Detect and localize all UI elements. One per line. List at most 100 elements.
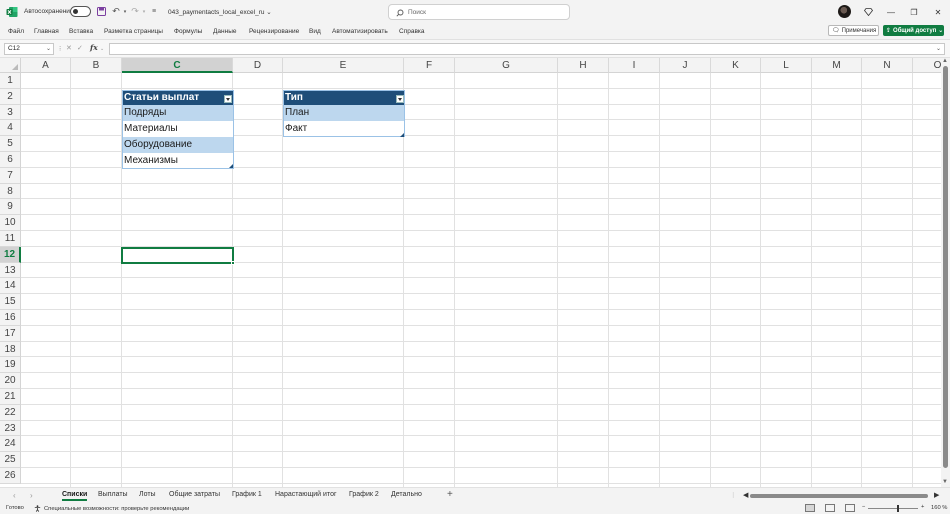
zoom-slider[interactable] [868, 508, 918, 509]
row-header-21[interactable]: 21 [0, 389, 21, 405]
tab-file[interactable]: Файл [8, 28, 24, 35]
sheet-tab-total-costs[interactable]: Общие затраты [169, 491, 220, 498]
name-box-dropdown-icon[interactable]: ⌄ [46, 44, 51, 54]
sheet-tab-chart-2[interactable]: График 2 [349, 491, 379, 498]
user-avatar[interactable] [838, 5, 851, 18]
vertical-scrollbar[interactable]: ▲ ▼ [941, 58, 950, 487]
name-box[interactable]: C12 ⌄ [4, 43, 54, 55]
tab-insert[interactable]: Вставка [69, 28, 93, 35]
minimize-button[interactable]: — [884, 5, 898, 19]
tab-page-layout[interactable]: Разметка страницы [104, 28, 163, 35]
column-header-K[interactable]: K [711, 58, 761, 73]
restore-button[interactable]: ❐ [907, 5, 921, 19]
row-header-8[interactable]: 8 [0, 183, 21, 200]
column-header-C[interactable]: C [122, 58, 233, 73]
column-header-L[interactable]: L [761, 58, 812, 73]
row-header-25[interactable]: 25 [0, 452, 21, 468]
add-sheet-button[interactable]: + [447, 489, 453, 500]
tab-view[interactable]: Вид [309, 28, 321, 35]
vertical-scroll-thumb[interactable] [943, 66, 948, 468]
fx-dropdown-icon[interactable]: ⌄ [100, 46, 104, 52]
row-header-12[interactable]: 12 [0, 246, 21, 263]
next-sheet-icon[interactable]: › [30, 491, 33, 500]
sheet-tab-lots[interactable]: Лоты [139, 491, 156, 498]
scroll-down-icon[interactable]: ▼ [942, 479, 948, 485]
column-header-A[interactable]: A [21, 58, 71, 73]
close-button[interactable]: ✕ [931, 5, 945, 19]
payments-table-header[interactable]: Статьи выплат [122, 89, 233, 106]
column-header-O[interactable]: O [913, 58, 941, 73]
row-header-9[interactable]: 9 [0, 199, 21, 216]
spreadsheet-grid[interactable]: ABCDEFGHIJKLMNO 1 2 3 4 5 6 7 8 9 10 11 12 13 14 15 16 1… [0, 58, 941, 487]
row-header-26[interactable]: 26 [0, 468, 21, 484]
row-header-3[interactable]: 3 [0, 104, 21, 121]
table-cell[interactable]: Оборудование [122, 137, 233, 153]
payments-table-resize-handle[interactable] [229, 164, 233, 168]
row-header-24[interactable]: 24 [0, 436, 21, 453]
column-header-F[interactable]: F [404, 58, 455, 73]
row-header-6[interactable]: 6 [0, 152, 21, 168]
save-icon[interactable] [95, 5, 107, 18]
file-name[interactable]: 043_paymentacts_local_excel_ru ⌄ [168, 8, 272, 16]
active-cell[interactable] [121, 246, 234, 264]
horizontal-scroll-thumb[interactable] [750, 494, 928, 498]
types-filter-button[interactable] [396, 95, 404, 103]
row-header-13[interactable]: 13 [0, 262, 21, 279]
types-table-header[interactable]: Тип [283, 89, 404, 106]
column-header-I[interactable]: I [609, 58, 660, 73]
fill-handle[interactable] [231, 261, 235, 265]
sheet-tab-detailed[interactable]: Детально [391, 491, 422, 498]
zoom-in-button[interactable]: + [921, 504, 924, 510]
normal-view-icon[interactable] [805, 504, 815, 512]
column-header-G[interactable]: G [455, 58, 558, 73]
row-header-17[interactable]: 17 [0, 325, 21, 342]
insert-function-button[interactable]: fx [90, 43, 98, 52]
confirm-entry-icon[interactable]: ✓ [77, 44, 83, 52]
types-table-resize-handle[interactable] [400, 132, 404, 137]
tab-review[interactable]: Рецензирование [249, 28, 299, 35]
cancel-entry-icon[interactable]: ✕ [66, 44, 72, 52]
row-header-10[interactable]: 10 [0, 215, 21, 231]
formula-bar-grip-icon[interactable]: ⁝ [59, 45, 61, 53]
column-header-D[interactable]: D [233, 58, 283, 73]
tab-data[interactable]: Данные [213, 28, 236, 35]
zoom-out-button[interactable]: − [862, 504, 865, 510]
zoom-slider-knob[interactable] [897, 505, 899, 512]
payments-filter-button[interactable] [224, 95, 232, 103]
column-header-H[interactable]: H [558, 58, 609, 73]
tab-automate[interactable]: Автоматизировать [332, 28, 388, 35]
row-header-4[interactable]: 4 [0, 120, 21, 137]
page-layout-view-icon[interactable] [825, 504, 835, 512]
row-header-5[interactable]: 5 [0, 136, 21, 152]
select-all-button[interactable] [0, 58, 21, 73]
sheet-tab-lists[interactable]: Списки [62, 491, 88, 501]
zoom-level[interactable]: 160 % [931, 505, 947, 511]
autosave-toggle[interactable] [70, 6, 91, 17]
expand-formula-bar-icon[interactable]: ⌄ [936, 45, 941, 52]
horizontal-scrollbar[interactable]: ◀ ▶ [740, 492, 940, 499]
column-header-J[interactable]: J [660, 58, 711, 73]
row-header-18[interactable]: 18 [0, 341, 21, 358]
row-header-20[interactable]: 20 [0, 373, 21, 389]
customize-toolbar-icon[interactable]: ≡ [148, 5, 160, 18]
row-header-1[interactable]: 1 [0, 73, 21, 89]
row-header-16[interactable]: 16 [0, 310, 21, 326]
table-cell[interactable]: Материалы [122, 121, 233, 137]
column-header-N[interactable]: N [862, 58, 913, 73]
accessibility-status[interactable]: Специальные возможности: проверьте реком… [34, 505, 189, 512]
row-header-2[interactable]: 2 [0, 88, 21, 105]
table-cell[interactable]: Подряды [122, 105, 233, 122]
tabs-splitter[interactable]: ⁝ [732, 491, 735, 500]
row-header-15[interactable]: 15 [0, 294, 21, 310]
prev-sheet-icon[interactable]: ‹ [13, 491, 16, 500]
scroll-right-icon[interactable]: ▶ [934, 491, 939, 499]
tab-home[interactable]: Главная [34, 28, 59, 35]
table-cell[interactable]: Механизмы [122, 152, 233, 169]
scroll-left-icon[interactable]: ◀ [743, 491, 748, 499]
row-header-7[interactable]: 7 [0, 167, 21, 184]
share-button[interactable]: ⇪ Общий доступ ⌄ [883, 25, 944, 36]
tab-formulas[interactable]: Формулы [174, 28, 202, 35]
tab-help[interactable]: Справка [399, 28, 425, 35]
sheet-tab-payments[interactable]: Выплаты [98, 491, 128, 498]
row-header-11[interactable]: 11 [0, 231, 21, 247]
